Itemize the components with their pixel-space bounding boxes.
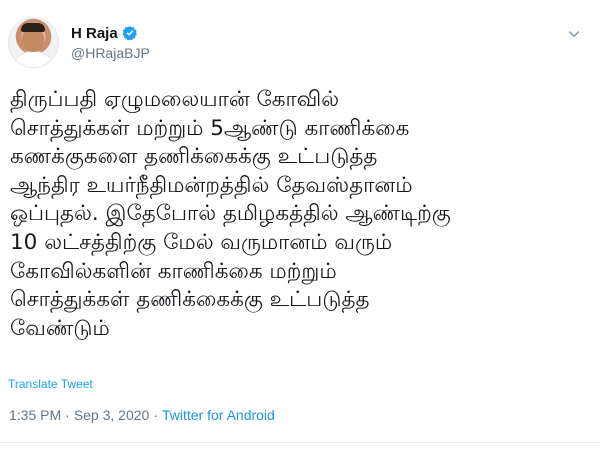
verified-badge-icon [122,25,138,41]
meta-separator: · [153,407,158,423]
user-handle[interactable]: @HRajaBJP [71,45,150,61]
tweet-header: H Raja @HRajaBJP [8,14,150,70]
translate-tweet-link[interactable]: Translate Tweet [8,377,93,391]
tweet-text: திருப்பதி ஏழுமலையான் கோவில் சொத்துக்கள் … [10,87,451,341]
display-name[interactable]: H Raja [71,25,118,42]
name-row: H Raja [71,23,150,43]
avatar[interactable] [8,16,59,68]
chevron-down-icon[interactable] [564,24,584,44]
meta-separator: · [65,407,70,423]
tweet-date[interactable]: Sep 3, 2020 [74,407,150,423]
tweet-meta: 1:35 PM · Sep 3, 2020 · Twitter for Andr… [9,407,275,423]
tweet-source-link[interactable]: Twitter for Android [162,407,275,423]
divider [0,442,600,443]
tweet-card: H Raja @HRajaBJP திருப்பதி ஏழுமலையான் கோ… [0,0,600,450]
tweet-time[interactable]: 1:35 PM [9,407,61,423]
avatar-shirt [13,50,54,67]
avatar-hair [21,22,45,32]
user-names: H Raja @HRajaBJP [71,23,150,62]
